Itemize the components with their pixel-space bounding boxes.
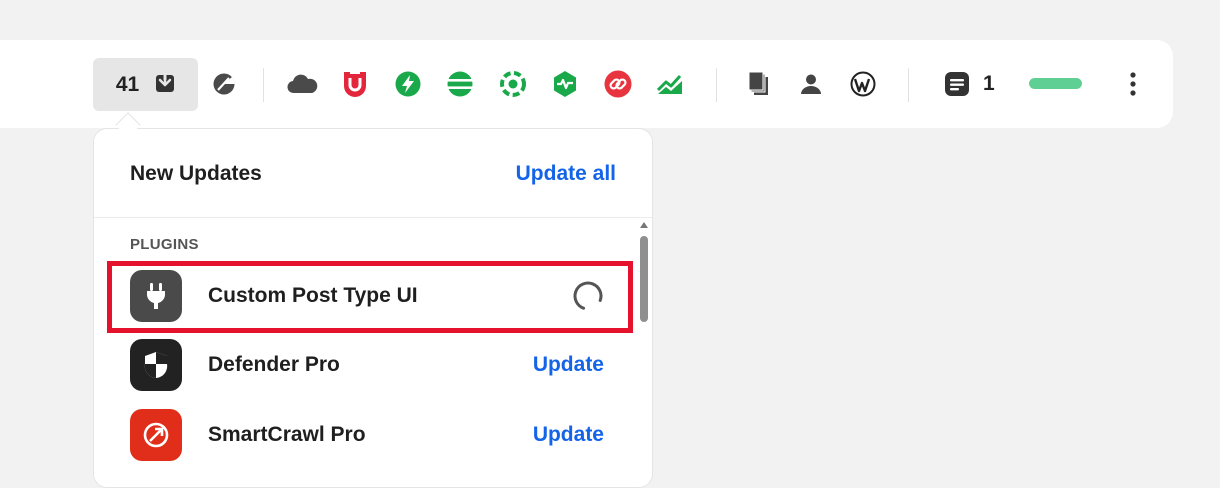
cloud-icon[interactable] (286, 68, 318, 100)
shield-icon (130, 339, 182, 391)
plug-icon (130, 270, 182, 322)
plugin-name: SmartCrawl Pro (208, 423, 366, 446)
smartcrawl-icon (130, 409, 182, 461)
updates-count: 41 (115, 72, 140, 96)
plugin-row-defender-pro: Defender Pro Update (108, 331, 630, 399)
download-icon (155, 71, 175, 98)
update-button[interactable]: Update (533, 353, 604, 377)
shield-u-icon[interactable] (339, 68, 371, 100)
wordpress-icon[interactable] (847, 68, 879, 100)
link-icon[interactable] (602, 68, 634, 100)
plugin-row-custom-post-type-ui: Custom Post Type UI (108, 262, 630, 330)
top-toolbar: 41 1 (0, 40, 1173, 128)
scrollbar-thumb[interactable] (640, 236, 648, 322)
loading-spinner-icon (572, 280, 604, 317)
layers-icon[interactable] (444, 68, 476, 100)
plugin-name: Defender Pro (208, 353, 340, 376)
plugin-name: Custom Post Type UI (208, 284, 418, 307)
more-vertical-icon[interactable] (1117, 68, 1149, 100)
updates-dropdown-panel: New Updates Update all PLUGINS Custom Po… (93, 128, 653, 488)
panel-header: New Updates Update all (94, 129, 652, 218)
scroll-up-arrow[interactable] (640, 222, 648, 228)
chart-icon[interactable] (654, 68, 686, 100)
tachometer-icon[interactable] (208, 68, 240, 100)
pulse-icon[interactable] (549, 68, 581, 100)
update-all-button[interactable]: Update all (516, 162, 616, 186)
updates-button[interactable]: 41 (93, 58, 198, 111)
panel-title: New Updates (130, 162, 262, 185)
lightning-icon[interactable] (392, 68, 424, 100)
target-icon[interactable] (497, 68, 529, 100)
update-button[interactable]: Update (533, 423, 604, 447)
notes-icon[interactable] (941, 68, 973, 100)
notes-count: 1 (983, 72, 995, 95)
documents-icon[interactable] (743, 68, 775, 100)
toolbar-divider (716, 68, 717, 102)
plugin-row-smartcrawl-pro: SmartCrawl Pro Update (108, 401, 630, 469)
progress-bar (1029, 78, 1082, 89)
toolbar-divider (908, 68, 909, 102)
progress-bar-fill (1029, 78, 1082, 89)
toolbar-divider (263, 68, 264, 102)
section-label-plugins: PLUGINS (130, 236, 199, 253)
user-icon[interactable] (795, 68, 827, 100)
